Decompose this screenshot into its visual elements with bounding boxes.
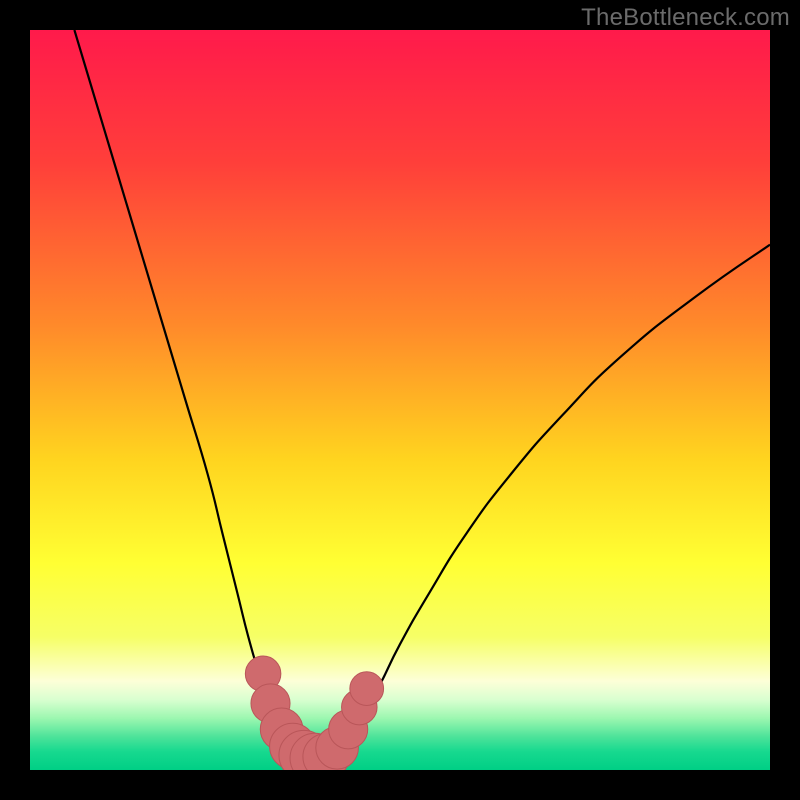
- curve-right: [326, 245, 770, 759]
- marker-group: [245, 656, 383, 770]
- watermark-text: TheBottleneck.com: [581, 4, 790, 32]
- curve-left: [74, 30, 303, 759]
- plot-area: [30, 30, 770, 770]
- outer-frame: TheBottleneck.com: [0, 0, 800, 800]
- marker-dot: [350, 672, 384, 706]
- curve-layer: [30, 30, 770, 770]
